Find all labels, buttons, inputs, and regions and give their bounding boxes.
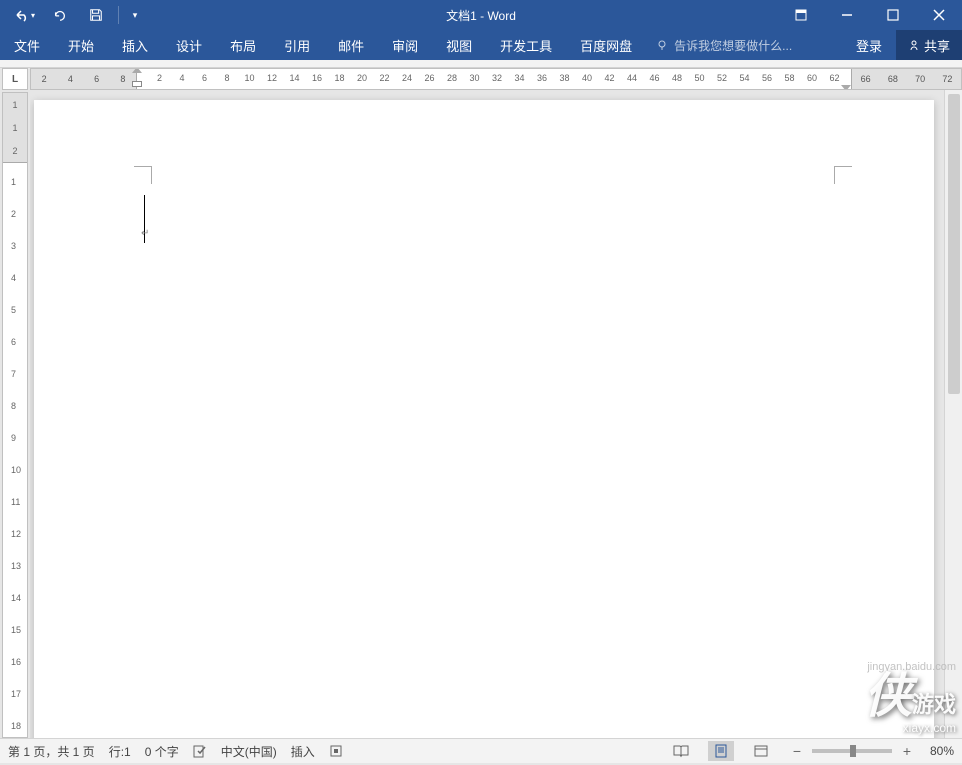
first-line-indent-marker[interactable] — [137, 68, 147, 87]
tab-stop-selector[interactable]: L — [2, 68, 28, 90]
tab-baidu-netdisk[interactable]: 百度网盘 — [566, 30, 646, 60]
page-margin-corner-tr — [834, 166, 852, 184]
title-bar: ▾ ▾ 文档1 - Word — [0, 0, 962, 30]
tab-home[interactable]: 开始 — [54, 30, 108, 60]
zoom-out-button[interactable]: − — [788, 742, 806, 760]
maximize-icon — [887, 9, 899, 21]
ruler-body: 2468101214161820222426283032343638404244… — [137, 69, 851, 89]
horizontal-ruler[interactable]: 8642 24681012141618202224262830323436384… — [30, 68, 962, 90]
minimize-button[interactable] — [824, 0, 870, 30]
paragraph-mark: ↵ — [141, 228, 149, 239]
ribbon-collapsed-strip[interactable] — [0, 60, 962, 68]
proofing-icon — [193, 744, 207, 758]
tab-developer[interactable]: 开发工具 — [486, 30, 566, 60]
window-controls — [778, 0, 962, 30]
tab-design[interactable]: 设计 — [162, 30, 216, 60]
zoom-slider: − + — [788, 742, 916, 760]
tell-me-placeholder: 告诉我您想要做什么... — [674, 37, 792, 54]
ruler-row: L 8642 246810121416182022242628303234363… — [0, 68, 962, 90]
customize-qat-button[interactable]: ▾ — [125, 1, 145, 29]
tab-references[interactable]: 引用 — [270, 30, 324, 60]
print-layout-icon — [714, 744, 728, 758]
close-button[interactable] — [916, 0, 962, 30]
zoom-thumb[interactable] — [850, 745, 856, 757]
minimize-icon — [841, 9, 853, 21]
tab-mailings[interactable]: 邮件 — [324, 30, 378, 60]
document-area[interactable]: ↵ — [30, 90, 944, 738]
tab-layout[interactable]: 布局 — [216, 30, 270, 60]
share-label: 共享 — [924, 36, 950, 55]
redo-button[interactable] — [44, 1, 76, 29]
lightbulb-icon — [656, 39, 668, 51]
language-status[interactable]: 中文(中国) — [221, 743, 277, 760]
ribbon-display-options-button[interactable] — [778, 0, 824, 30]
ruler-right-margin: 66687072 — [851, 69, 961, 89]
workspace: 211 123456789101112131415161718 ↵ — [0, 90, 962, 738]
proofing-status[interactable] — [193, 744, 207, 758]
qat-separator — [118, 6, 119, 24]
status-bar: 第 1 页，共 1 页 行:1 0 个字 中文(中国) 插入 − + 80% — [0, 738, 962, 763]
share-button[interactable]: 共享 — [896, 30, 962, 60]
insert-mode-status[interactable]: 插入 — [291, 743, 315, 760]
zoom-in-button[interactable]: + — [898, 742, 916, 760]
word-count-status[interactable]: 0 个字 — [145, 743, 179, 760]
login-button[interactable]: 登录 — [842, 30, 896, 60]
read-mode-icon — [673, 744, 689, 758]
tab-file[interactable]: 文件 — [0, 30, 54, 60]
save-button[interactable] — [80, 1, 112, 29]
zoom-percent-button[interactable]: 80% — [930, 744, 954, 758]
undo-button[interactable]: ▾ — [8, 1, 40, 29]
ruler-left-margin: 8642 — [31, 69, 137, 89]
vertical-scrollbar[interactable] — [944, 90, 962, 738]
close-icon — [933, 9, 945, 21]
tab-view[interactable]: 视图 — [432, 30, 486, 60]
macro-record-status[interactable] — [329, 744, 343, 758]
v-ruler-margin: 211 — [3, 93, 27, 163]
window-title: 文档1 - Word — [446, 7, 516, 24]
zoom-track[interactable] — [812, 749, 892, 753]
maximize-button[interactable] — [870, 0, 916, 30]
undo-icon — [13, 7, 29, 23]
tell-me-search[interactable]: 告诉我您想要做什么... — [646, 30, 802, 60]
line-status[interactable]: 行:1 — [109, 743, 131, 760]
page-margin-corner-tl — [134, 166, 152, 184]
tab-review[interactable]: 审阅 — [378, 30, 432, 60]
read-mode-view-button[interactable] — [668, 741, 694, 761]
scrollbar-thumb[interactable] — [948, 94, 960, 394]
web-layout-icon — [754, 744, 768, 758]
share-icon — [908, 39, 920, 51]
quick-access-toolbar: ▾ ▾ — [0, 1, 145, 29]
ribbon-tabs: 文件 开始 插入 设计 布局 引用 邮件 审阅 视图 开发工具 百度网盘 告诉我… — [0, 30, 962, 60]
vertical-ruler[interactable]: 211 123456789101112131415161718 — [2, 92, 28, 738]
document-page[interactable]: ↵ — [34, 100, 934, 738]
tab-insert[interactable]: 插入 — [108, 30, 162, 60]
print-layout-view-button[interactable] — [708, 741, 734, 761]
web-layout-view-button[interactable] — [748, 741, 774, 761]
save-icon — [89, 8, 103, 22]
page-count-status[interactable]: 第 1 页，共 1 页 — [8, 743, 95, 760]
macro-icon — [329, 744, 343, 758]
ribbon-options-icon — [794, 8, 808, 22]
redo-icon — [53, 8, 67, 22]
